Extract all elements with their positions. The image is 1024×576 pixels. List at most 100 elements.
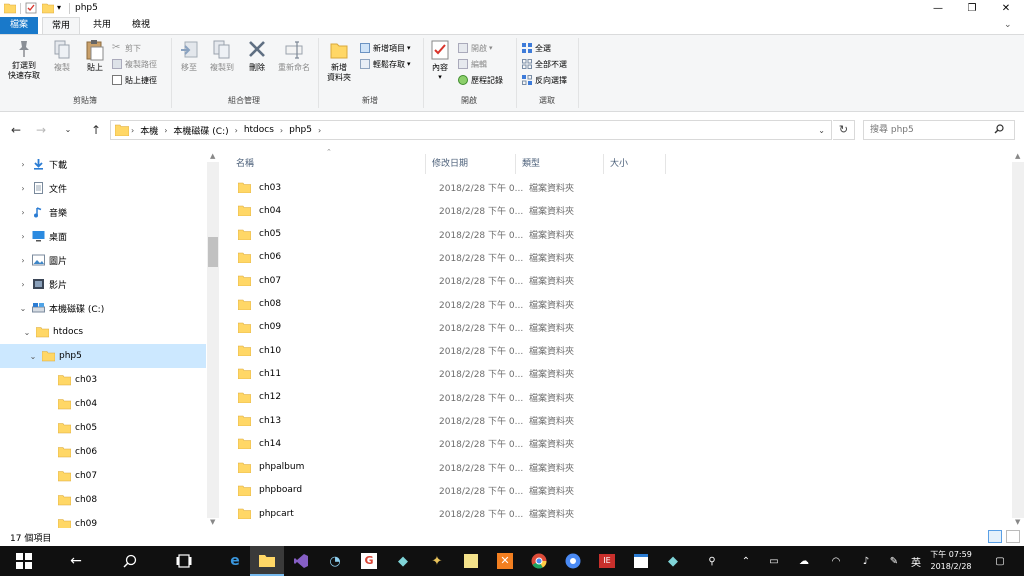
search-icon[interactable]	[994, 124, 1004, 134]
maximize-button[interactable]: ❐	[956, 0, 988, 17]
chevron-right-icon[interactable]: ›	[18, 232, 28, 241]
app6-icon[interactable]: ◆	[656, 546, 690, 576]
chevron-down-icon[interactable]: ⌄	[18, 304, 28, 313]
address-bar[interactable]: › 本機 › 本機磁碟 (C:) › htdocs › php5 › ⌄	[110, 120, 832, 140]
file-row[interactable]: ch05 2018/2/28 下午 0... 檔案資料夾	[232, 223, 662, 246]
breadcrumb-separator[interactable]: ›	[278, 126, 285, 135]
column-header-date[interactable]: 修改日期	[426, 154, 516, 174]
nav-tree-item[interactable]: ch06	[0, 440, 206, 464]
file-explorer-icon[interactable]	[250, 546, 284, 576]
column-header-size[interactable]: 大小	[604, 154, 666, 174]
file-row[interactable]: phpcart 2018/2/28 下午 0... 檔案資料夾	[232, 502, 662, 525]
pin-to-quick-access-button[interactable]: 釘選到 快速存取	[4, 39, 44, 81]
nav-tree-item[interactable]: › 文件	[0, 176, 206, 200]
search-input[interactable]	[863, 120, 1015, 140]
file-row[interactable]: phpalbum 2018/2/28 下午 0... 檔案資料夾	[232, 456, 662, 479]
back-icon[interactable]: ←	[56, 546, 96, 576]
paste-button[interactable]: 貼上	[78, 39, 112, 73]
chevron-right-icon[interactable]: ›	[18, 280, 28, 289]
breadcrumb-separator[interactable]: ›	[162, 126, 169, 135]
minimize-button[interactable]: —	[922, 0, 954, 17]
breadcrumb-htdocs[interactable]: htdocs	[240, 125, 278, 135]
column-header-name[interactable]: 名稱	[230, 154, 426, 174]
chevron-right-icon[interactable]: ›	[18, 184, 28, 193]
nav-tree-item[interactable]: ch07	[0, 464, 206, 488]
invert-selection-button[interactable]: 反向選擇	[522, 73, 567, 87]
app2-icon[interactable]: ◆	[386, 546, 420, 576]
chrome-icon[interactable]	[522, 546, 556, 576]
file-row[interactable]: ch09 2018/2/28 下午 0... 檔案資料夾	[232, 316, 662, 339]
close-button[interactable]: ✕	[990, 0, 1022, 17]
app3-icon[interactable]: ✦	[420, 546, 454, 576]
clock[interactable]: 下午 07:59 2018/2/28	[920, 549, 982, 573]
breadcrumb-separator[interactable]: ›	[316, 126, 323, 135]
copy-to-button[interactable]: 複製到	[204, 39, 240, 73]
chevron-right-icon[interactable]: ›	[18, 256, 28, 265]
nav-tree-item[interactable]: › 下載	[0, 152, 206, 176]
scroll-up-icon[interactable]: ▲	[1015, 152, 1020, 160]
nav-tree-item[interactable]: ⌄ htdocs	[0, 320, 206, 344]
rename-button[interactable]: 重新命名	[274, 39, 314, 73]
pen-icon[interactable]: ✎	[884, 546, 904, 576]
scroll-down-icon[interactable]: ▼	[1015, 518, 1020, 526]
scroll-up-icon[interactable]: ▲	[210, 152, 215, 160]
nav-tree-item[interactable]: ch09	[0, 512, 206, 528]
forward-button[interactable]: →	[33, 123, 49, 137]
history-button[interactable]: 歷程記錄	[458, 73, 503, 87]
app5-icon[interactable]	[624, 546, 658, 576]
tab-home[interactable]: 常用	[42, 17, 80, 34]
properties-button[interactable]: 內容 ▾	[424, 39, 456, 81]
file-row[interactable]: ch03 2018/2/28 下午 0... 檔案資料夾	[232, 176, 662, 199]
select-all-button[interactable]: 全選	[522, 41, 551, 55]
tab-file[interactable]: 檔案	[0, 17, 38, 34]
file-row[interactable]: ch14 2018/2/28 下午 0... 檔案資料夾	[232, 432, 662, 455]
nav-tree-item[interactable]: › 桌面	[0, 224, 206, 248]
new-folder-icon[interactable]	[42, 2, 54, 14]
wifi-icon[interactable]: ◠	[826, 546, 846, 576]
file-row[interactable]: ch13 2018/2/28 下午 0... 檔案資料夾	[232, 409, 662, 432]
task-view-icon[interactable]	[164, 546, 204, 576]
file-row[interactable]: ch12 2018/2/28 下午 0... 檔案資料夾	[232, 386, 662, 409]
notification-icon[interactable]: ▢	[990, 546, 1010, 576]
column-header-type[interactable]: 類型	[516, 154, 604, 174]
xampp-icon[interactable]: ✕	[488, 546, 522, 576]
recent-locations-button[interactable]: ⌄	[60, 123, 76, 137]
cut-button[interactable]: ✂ 剪下	[112, 41, 141, 55]
file-row[interactable]: ch07 2018/2/28 下午 0... 檔案資料夾	[232, 269, 662, 292]
visual-studio-icon[interactable]	[284, 546, 318, 576]
breadcrumb-php5[interactable]: php5	[285, 125, 316, 135]
breadcrumb-this-pc[interactable]: 本機	[136, 124, 162, 137]
copy-button[interactable]: 複製	[44, 39, 80, 73]
scroll-down-icon[interactable]: ▼	[210, 518, 215, 526]
list-scrollbar[interactable]	[1012, 162, 1024, 518]
nav-tree-item[interactable]: ⌄ 本機磁碟 (C:)	[0, 296, 206, 320]
file-row[interactable]: phpboard 2018/2/28 下午 0... 檔案資料夾	[232, 479, 662, 502]
open-button[interactable]: 開啟 ▾	[458, 41, 493, 55]
nav-tree-item[interactable]: ch04	[0, 392, 206, 416]
onedrive-icon[interactable]: ☁	[794, 546, 814, 576]
breadcrumb-local-disk[interactable]: 本機磁碟 (C:)	[169, 124, 232, 137]
start-icon[interactable]	[4, 546, 44, 576]
nav-tree-item[interactable]: ch08	[0, 488, 206, 512]
app4-icon[interactable]: IE	[590, 546, 624, 576]
nav-tree-item[interactable]: ch05	[0, 416, 206, 440]
tab-share[interactable]: 共用	[84, 17, 120, 34]
file-row[interactable]: ch06 2018/2/28 下午 0... 檔案資料夾	[232, 246, 662, 269]
chevron-right-icon[interactable]: ›	[18, 208, 28, 217]
properties-icon[interactable]	[25, 2, 37, 14]
large-icons-view-icon[interactable]	[1006, 530, 1020, 543]
nav-tree-item[interactable]: › 影片	[0, 272, 206, 296]
paste-shortcut-button[interactable]: 貼上捷徑	[112, 73, 157, 87]
new-folder-button[interactable]: 新增 資料夾	[320, 39, 358, 83]
edge-icon[interactable]: e	[218, 546, 252, 576]
customize-quick-access-icon[interactable]: ▾	[57, 3, 61, 12]
nav-tree-item[interactable]: ch03	[0, 368, 206, 392]
copy-path-button[interactable]: 複製路徑	[112, 57, 157, 71]
show-hidden-icons-icon[interactable]: ⌃	[736, 546, 756, 576]
address-dropdown-icon[interactable]: ⌄	[818, 126, 825, 135]
nav-tree-item[interactable]: ⌄ php5	[0, 344, 206, 368]
chrome-alt-icon[interactable]	[556, 546, 590, 576]
nav-scrollbar[interactable]	[207, 162, 219, 518]
nav-tree-item[interactable]: › 圖片	[0, 248, 206, 272]
file-row[interactable]: ch04 2018/2/28 下午 0... 檔案資料夾	[232, 199, 662, 222]
